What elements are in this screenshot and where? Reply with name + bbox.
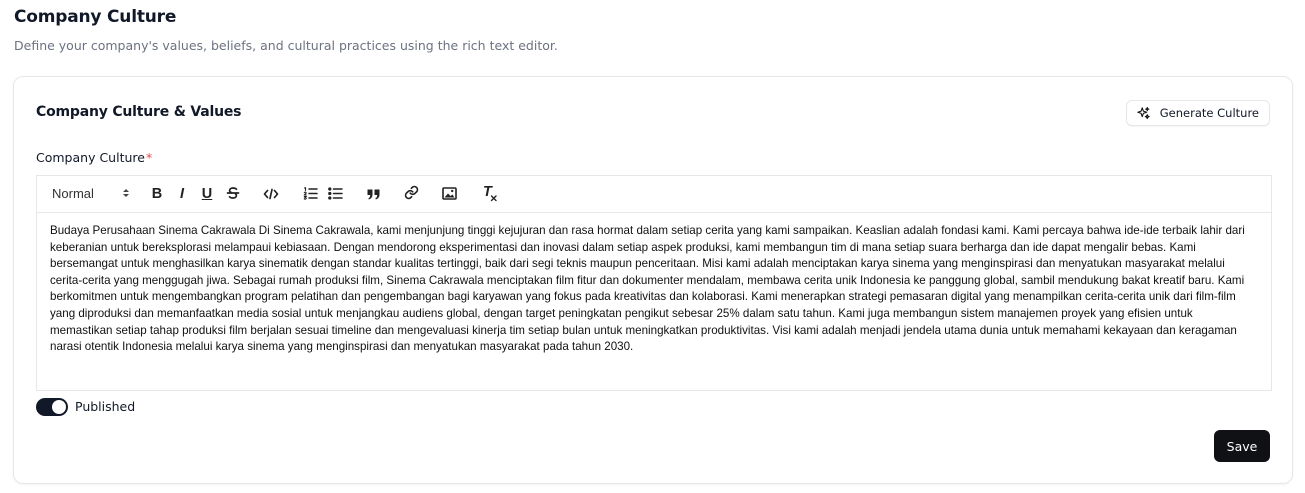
page-title: Company Culture bbox=[14, 7, 177, 27]
bold-icon: B bbox=[151, 186, 163, 202]
italic-button[interactable]: I bbox=[174, 184, 190, 204]
editor-content[interactable]: Budaya Perusahaan Sinema Cakrawala Di Si… bbox=[37, 213, 1271, 366]
link-button[interactable] bbox=[403, 184, 419, 204]
blockquote-button[interactable] bbox=[365, 184, 381, 204]
italic-icon: I bbox=[179, 186, 185, 202]
strikethrough-icon bbox=[226, 185, 240, 204]
published-label: Published bbox=[75, 399, 136, 414]
bullet-list-icon bbox=[327, 185, 343, 204]
field-label-text: Company Culture bbox=[36, 150, 145, 165]
format-select[interactable]: Normal bbox=[52, 183, 130, 203]
underline-button[interactable]: U bbox=[199, 184, 215, 204]
clear-formatting-button[interactable]: T bbox=[481, 184, 499, 204]
page-subtitle: Define your company's values, beliefs, a… bbox=[14, 38, 558, 53]
image-button[interactable] bbox=[441, 184, 457, 204]
sparkles-icon bbox=[1136, 106, 1151, 121]
required-marker: * bbox=[145, 150, 153, 165]
ordered-list-icon bbox=[303, 185, 318, 204]
code-block-button[interactable] bbox=[262, 184, 280, 204]
clear-formatting-icon: T bbox=[482, 184, 498, 202]
format-select-value: Normal bbox=[52, 185, 94, 201]
culture-card: Company Culture & Values Generate Cultur… bbox=[13, 76, 1293, 484]
image-icon bbox=[441, 185, 457, 204]
select-arrows-icon bbox=[122, 187, 130, 199]
strikethrough-button[interactable] bbox=[225, 184, 241, 204]
link-icon bbox=[404, 185, 419, 204]
save-button[interactable]: Save bbox=[1214, 430, 1270, 462]
generate-culture-label: Generate Culture bbox=[1159, 106, 1259, 120]
code-icon bbox=[263, 185, 279, 204]
blockquote-icon bbox=[367, 185, 380, 204]
rich-text-editor: Normal B I U T Budaya Perusahaan Sinema … bbox=[36, 175, 1272, 391]
ordered-list-button[interactable] bbox=[302, 184, 318, 204]
card-title: Company Culture & Values bbox=[36, 104, 242, 120]
generate-culture-button[interactable]: Generate Culture bbox=[1125, 100, 1270, 126]
underline-icon: U bbox=[201, 186, 213, 202]
bold-button[interactable]: B bbox=[149, 184, 165, 204]
toggle-knob bbox=[52, 400, 66, 414]
editor-toolbar: Normal B I U T bbox=[37, 176, 1271, 213]
field-label: Company Culture* bbox=[36, 150, 152, 165]
published-toggle[interactable] bbox=[36, 398, 68, 416]
bullet-list-button[interactable] bbox=[327, 184, 343, 204]
